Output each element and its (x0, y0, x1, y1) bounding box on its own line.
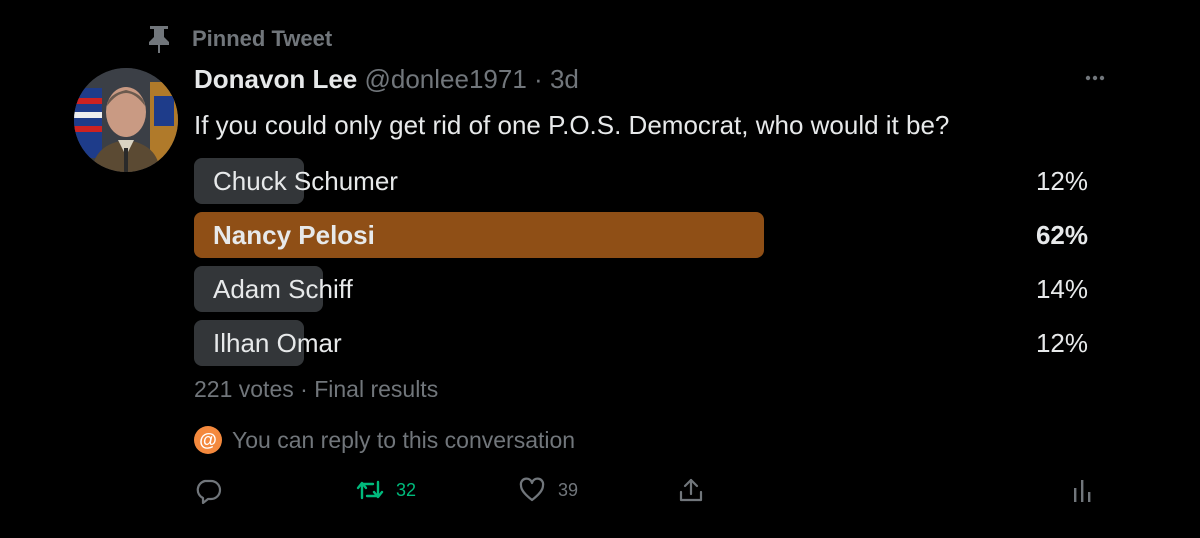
author-display-name[interactable]: Donavon Lee (194, 64, 357, 94)
poll-option-percent: 62% (1035, 220, 1088, 250)
analytics-icon (1074, 480, 1091, 502)
poll-option: Chuck Schumer 12% (194, 158, 1094, 204)
pin-icon (149, 26, 169, 53)
poll-option-label: Nancy Pelosi (213, 220, 375, 250)
tweet-header: Donavon Lee @donlee1971 · 3d (194, 64, 579, 95)
poll-option-label: Adam Schiff (213, 274, 353, 304)
share-button[interactable] (677, 476, 705, 504)
tweet-text: If you could only get rid of one P.O.S. … (194, 110, 950, 140)
heart-icon (519, 477, 545, 502)
poll-option-label: Ilhan Omar (213, 328, 342, 358)
header-separator: · (534, 64, 543, 94)
reply-permission-note: @ You can reply to this conversation (194, 426, 575, 454)
like-button[interactable]: 39 (518, 476, 578, 504)
poll-option-percent: 12% (1035, 166, 1088, 196)
poll-option-percent: 14% (1035, 274, 1088, 304)
poll-summary: 221 votes · Final results (194, 376, 438, 403)
like-count: 39 (558, 479, 579, 500)
retweet-count: 32 (396, 479, 417, 500)
author-handle[interactable]: @donlee1971 (364, 64, 526, 94)
poll-option: Adam Schiff 14% (194, 266, 1094, 312)
poll-vote-count: 221 votes (194, 376, 294, 402)
at-icon: @ (194, 426, 222, 454)
poll-status: Final results (314, 376, 439, 402)
retweet-button[interactable]: 32 (356, 476, 416, 504)
poll-option: Ilhan Omar 12% (194, 320, 1094, 366)
retweet-icon (356, 480, 384, 500)
avatar[interactable] (74, 68, 178, 172)
reply-permission-text: You can reply to this conversation (232, 426, 576, 453)
share-icon (679, 478, 703, 502)
poll-summary-separator: · (300, 376, 308, 402)
analytics-button[interactable] (1072, 476, 1094, 504)
more-options-icon[interactable] (1080, 68, 1110, 88)
poll-option-label: Chuck Schumer (213, 166, 398, 196)
tweet-timestamp[interactable]: 3d (550, 64, 579, 94)
reply-button[interactable] (194, 476, 222, 504)
poll-option: Nancy Pelosi 62% (194, 212, 1094, 258)
pinned-label: Pinned Tweet (192, 26, 333, 51)
reply-icon (196, 479, 222, 504)
poll-option-percent: 12% (1035, 328, 1088, 358)
pinned-tweet-indicator: Pinned Tweet (146, 24, 332, 54)
avatar-image (74, 68, 178, 172)
